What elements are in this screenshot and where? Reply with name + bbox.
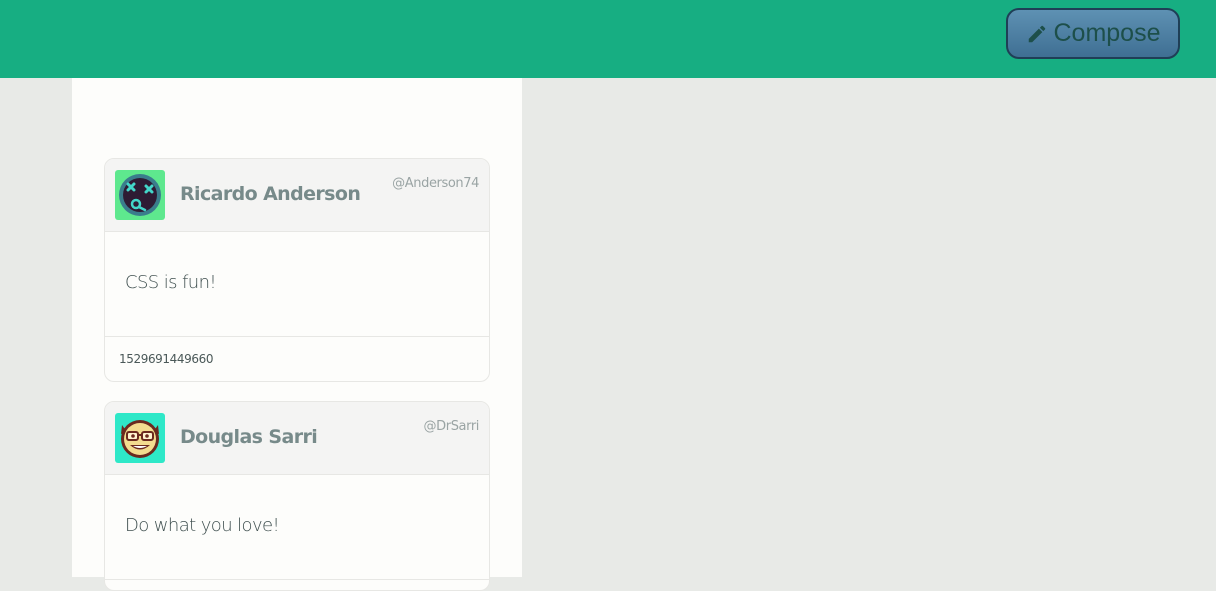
tweet-header: Ricardo Anderson @Anderson74 xyxy=(105,159,489,232)
tweet-text: CSS is fun! xyxy=(125,272,217,293)
top-bar: Compose xyxy=(0,0,1216,78)
compose-label: Compose xyxy=(1053,19,1161,47)
tweet-body: Do what you love! xyxy=(105,475,489,580)
tweet-body: CSS is fun! xyxy=(105,232,489,337)
tweet-footer: 1529691449660 xyxy=(105,337,489,381)
author-name[interactable]: Douglas Sarri xyxy=(180,426,318,448)
tweet-text: Do what you love! xyxy=(125,515,280,536)
tweet-timestamp: 1529691449660 xyxy=(119,352,214,366)
tweet-header: Douglas Sarri @DrSarri xyxy=(105,402,489,475)
author-name[interactable]: Ricardo Anderson xyxy=(180,183,361,205)
dizzy-face-avatar-icon xyxy=(115,170,165,220)
pencil-icon xyxy=(1026,23,1048,45)
avatar[interactable] xyxy=(115,170,165,220)
tweet-card: Ricardo Anderson @Anderson74 CSS is fun!… xyxy=(104,158,490,382)
author-handle[interactable]: @Anderson74 xyxy=(392,176,479,191)
tweet-feed: Ricardo Anderson @Anderson74 CSS is fun!… xyxy=(72,78,522,591)
nerd-face-avatar-icon xyxy=(115,413,165,463)
avatar[interactable] xyxy=(115,413,165,463)
author-handle[interactable]: @DrSarri xyxy=(424,419,480,434)
compose-button[interactable]: Compose xyxy=(1006,8,1180,59)
tweet-card: Douglas Sarri @DrSarri Do what you love! xyxy=(104,401,490,591)
